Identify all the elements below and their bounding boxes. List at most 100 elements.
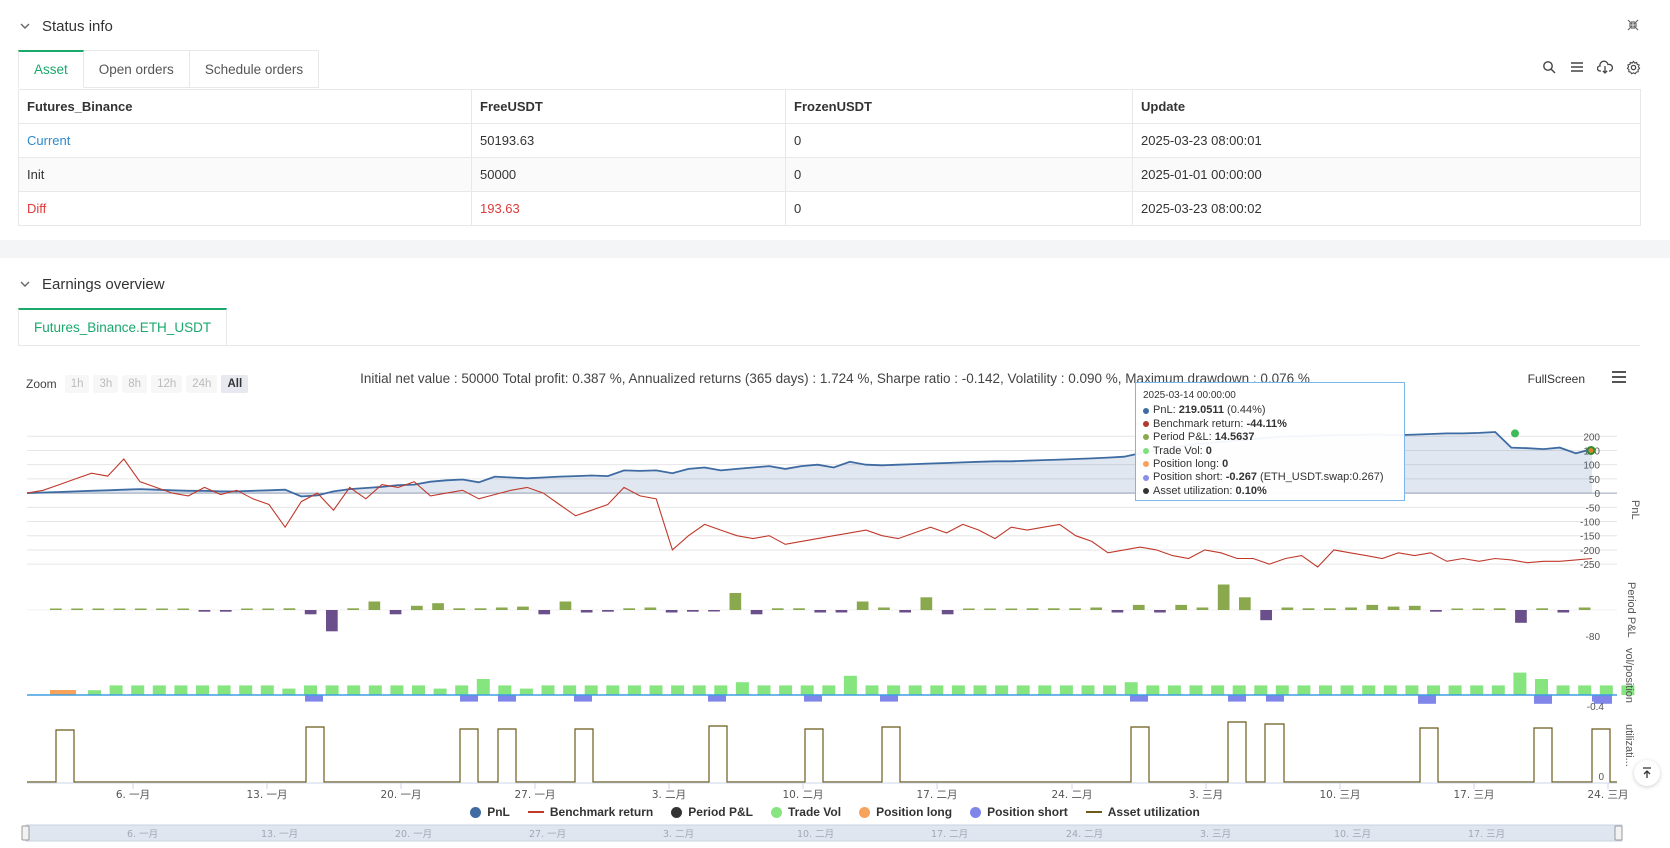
chart-legend: PnL Benchmark return Period P&L Trade Vol Po… (0, 805, 1670, 819)
period-pnl-bar (665, 610, 678, 613)
period-pnl-bar (1069, 608, 1081, 610)
position-short-bar (708, 695, 726, 702)
trade-vol-bar (1059, 685, 1073, 695)
trade-vol-bar (1535, 679, 1548, 695)
trade-vol-bar (131, 685, 145, 695)
trade-vol-bar (347, 685, 361, 695)
period-pnl-bar (623, 608, 635, 610)
period-pnl-bar (156, 608, 168, 610)
trade-vol-bar (1146, 685, 1160, 695)
period-pnl-bar (984, 608, 996, 610)
trade-vol-bar (1319, 685, 1332, 695)
pane-ylabel: PnL (1629, 500, 1641, 520)
trade-vol-bar (995, 685, 1009, 695)
chart-tooltip: 2025-03-14 00:00:00 PnL: 219.0511 (0.44%… (1135, 382, 1405, 501)
navigator-label: 10. 二月 (797, 829, 834, 840)
period-pnl-bar (771, 608, 784, 610)
tooltip-date: 2025-03-14 00:00:00 (1143, 390, 1236, 401)
x-tick-label: 20. 一月 (380, 789, 421, 801)
period-pnl-bar (1515, 610, 1527, 623)
period-pnl-bar (304, 610, 317, 615)
y-tick-label: -0.4 (1587, 702, 1605, 713)
legend-item[interactable]: Benchmark return (527, 805, 653, 819)
trade-vol-bar (1340, 685, 1354, 695)
position-short-bar (305, 695, 323, 702)
tooltip-label: Position long: (1153, 458, 1223, 471)
period-pnl-bar (1324, 608, 1336, 610)
period-pnl-bar (71, 608, 83, 610)
legend-item[interactable]: Position long (859, 805, 952, 819)
period-pnl-bar (1196, 607, 1209, 610)
trade-vol-bar (714, 685, 728, 695)
trade-vol-bar (606, 685, 620, 695)
trade-vol-bar (800, 685, 814, 695)
earnings-chart[interactable]: 200150100500-50-100-150-200-250PnL-80Per… (0, 0, 1670, 848)
tooltip-row: Position short: -0.267 (ETH_USDT.swap:0.… (1143, 471, 1397, 484)
x-tick-label: 3. 三月 (1189, 789, 1223, 801)
y-tick-label: -50 (1586, 503, 1601, 514)
navigator-left-handle (21, 825, 30, 841)
trade-vol-bar (282, 688, 296, 695)
back-to-top-button[interactable] (1634, 760, 1660, 786)
y-tick-label: 200 (1583, 432, 1600, 443)
period-pnl-bar (793, 608, 805, 610)
trade-vol-bar (1405, 685, 1419, 695)
period-pnl-bar (1578, 607, 1591, 610)
trade-vol-bar (908, 685, 922, 695)
trade-vol-bar (627, 685, 641, 695)
position-short-bar (498, 695, 516, 702)
period-pnl-bar (219, 610, 232, 612)
period-pnl-bar (113, 608, 126, 610)
trade-vol-bar (390, 685, 404, 695)
legend-swatch-icon (470, 806, 482, 818)
asset-utilization-line (27, 721, 1617, 783)
period-pnl-bar (389, 610, 402, 615)
tooltip-value: 0.10% (1235, 484, 1267, 497)
trade-vol-bar (1124, 682, 1138, 695)
trade-vol-bar (1167, 685, 1181, 695)
legend-item[interactable]: Period P&L (671, 805, 753, 819)
legend-item[interactable]: Position short (970, 805, 1068, 819)
pane-ylabel: Period P&L (1625, 582, 1637, 638)
trade-vol-bar (1275, 685, 1289, 695)
trade-vol-bar (433, 688, 447, 695)
tooltip-extra: (0.44%) (1223, 404, 1266, 417)
position-short-bar (1534, 695, 1552, 704)
position-short-bar (460, 695, 478, 702)
period-pnl-bar (198, 610, 211, 612)
legend-item[interactable]: Asset utilization (1085, 805, 1200, 819)
period-pnl-bar (750, 610, 763, 615)
legend-item[interactable]: PnL (470, 805, 510, 819)
navigator-label: 17. 二月 (931, 829, 968, 840)
legend-swatch-icon (527, 811, 544, 813)
legend-label: Asset utilization (1107, 805, 1200, 819)
navigator-label: 27. 一月 (529, 829, 566, 840)
period-pnl-bar (963, 608, 975, 610)
navigator-label: 3. 二月 (663, 829, 694, 840)
tooltip-row: PnL: 219.0511 (0.44%) (1143, 404, 1397, 417)
trade-vol-bar (1513, 672, 1527, 695)
period-pnl-bar (326, 610, 338, 632)
y-tick-label: 0 (1594, 489, 1600, 500)
legend-label: Trade Vol (787, 805, 842, 819)
legend-item[interactable]: Trade Vol (770, 805, 842, 819)
trade-vol-bar (1232, 685, 1246, 695)
period-pnl-bar (1387, 606, 1400, 610)
series-dot-icon (1143, 474, 1149, 481)
tooltip-label: PnL: (1153, 404, 1179, 417)
legend-label: PnL (487, 805, 510, 819)
navigator-label: 24. 二月 (1066, 829, 1103, 840)
position-short-bar (1130, 695, 1148, 702)
series-dot-icon (1143, 434, 1149, 441)
trade-vol-bar (1427, 685, 1440, 695)
period-pnl-bar (856, 601, 869, 610)
x-tick-label: 6. 一月 (116, 789, 150, 801)
trade-vol-bar (584, 685, 598, 695)
period-pnl-bar (1430, 610, 1442, 612)
trade-vol-bar (779, 685, 793, 695)
period-pnl-bar (1408, 605, 1421, 611)
trade-vol-bar (217, 685, 231, 695)
period-pnl-bar (1493, 608, 1506, 610)
trade-vol-bar (1448, 685, 1462, 695)
period-pnl-bar (432, 603, 444, 610)
